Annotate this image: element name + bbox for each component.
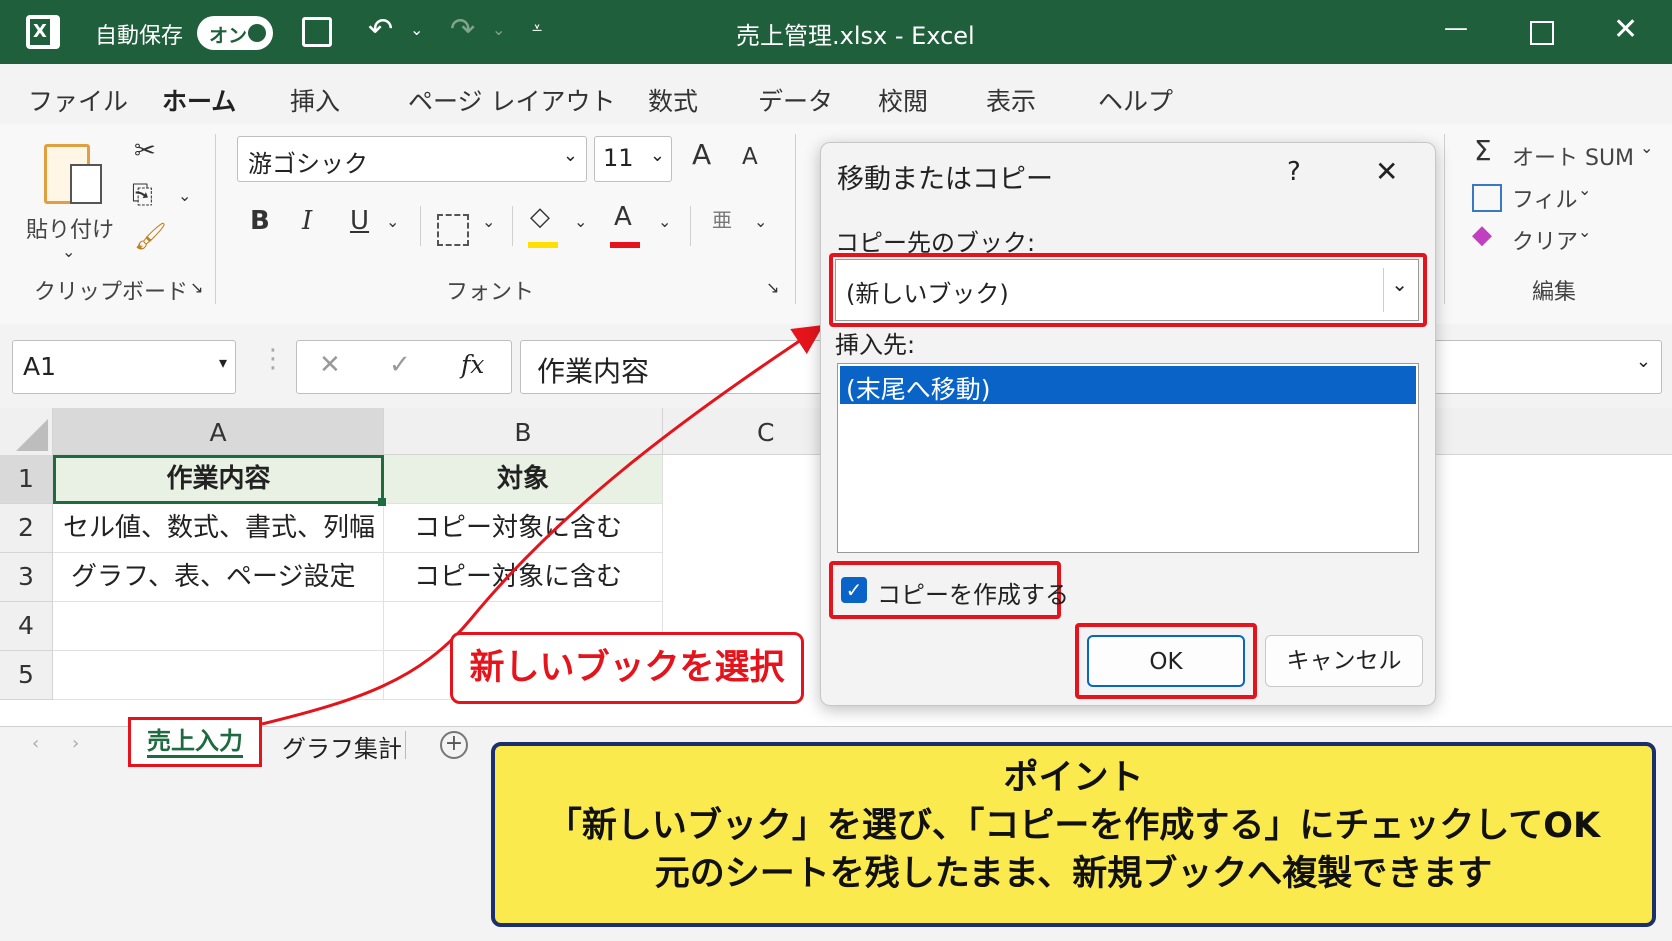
note-line-1: 「新しいブック」を選び、「コピーを作成する」にチェックしてOK: [546, 806, 1601, 846]
close-icon[interactable]: ✕: [1375, 155, 1398, 188]
ok-button[interactable]: OK: [1087, 635, 1245, 687]
note-title: ポイント: [1003, 758, 1144, 798]
move-copy-dialog: 移動またはコピー ? ✕ コピー先のブック: (新しいブック) ⌄ 挿入先: (…: [820, 142, 1436, 706]
help-icon[interactable]: ?: [1287, 157, 1301, 187]
insert-before-list[interactable]: (末尾へ移動): [837, 363, 1419, 553]
dialog-title: 移動またはコピー: [837, 164, 1053, 195]
list-item[interactable]: (末尾へ移動): [840, 366, 1416, 404]
cancel-button[interactable]: キャンセル: [1265, 635, 1423, 687]
copy-checkbox[interactable]: ✓: [841, 577, 867, 603]
copy-checkbox-label[interactable]: コピーを作成する: [877, 575, 1069, 610]
note-line-2: 元のシートを残したまま、新規ブックへ複製できます: [654, 854, 1493, 894]
point-note: ポイント 「新しいブック」を選び、「コピーを作成する」にチェックしてOK 元のシ…: [491, 742, 1656, 927]
callout-label: 新しいブックを選択: [450, 632, 804, 704]
insert-before-label: 挿入先:: [835, 331, 916, 359]
